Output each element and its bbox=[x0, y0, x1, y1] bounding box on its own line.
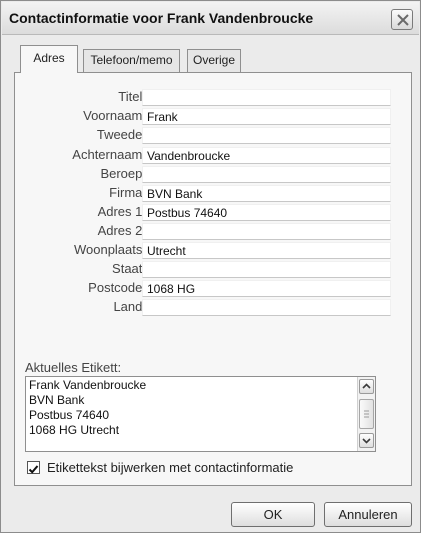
field-label: Voornaam: bbox=[83, 108, 146, 123]
close-button[interactable] bbox=[391, 9, 413, 30]
tab-label: Telefoon/memo bbox=[90, 53, 173, 67]
form-row-achternaam: Achternaam: Vandenbroucke bbox=[15, 147, 411, 165]
tab-panel-adres: Titel: Voornaam: Frank Tweede: Achternaa… bbox=[14, 72, 412, 486]
form-row-postcode: Postcode: 1068 HG bbox=[15, 280, 411, 298]
scroll-up-button[interactable] bbox=[359, 379, 374, 394]
staat-field[interactable] bbox=[142, 261, 391, 278]
chevron-down-icon bbox=[362, 438, 371, 444]
etiket-line: Postbus 74640 bbox=[29, 408, 110, 422]
form-row-land: Land: bbox=[15, 299, 411, 317]
land-field[interactable] bbox=[142, 299, 391, 316]
update-etiket-label[interactable]: Etikettekst bijwerken met contactinforma… bbox=[47, 460, 293, 475]
tab-label: Adres bbox=[33, 51, 65, 65]
contact-dialog: Contactinformatie voor Frank Vandenbrouc… bbox=[0, 0, 421, 533]
voornaam-field[interactable]: Frank bbox=[142, 108, 391, 125]
grip-icon bbox=[364, 410, 369, 418]
field-label: Firma: bbox=[109, 185, 146, 200]
tweede-field[interactable] bbox=[142, 127, 391, 144]
field-label: Achternaam: bbox=[72, 147, 146, 162]
form-row-tweede: Tweede: bbox=[15, 127, 411, 145]
firma-field[interactable]: BVN Bank bbox=[142, 185, 391, 202]
postcode-field[interactable]: 1068 HG bbox=[142, 280, 391, 297]
cancel-button[interactable]: Annuleren bbox=[324, 502, 412, 527]
form-row-adres-1: Adres 1: Postbus 74640 bbox=[15, 204, 411, 222]
tab-overige[interactable]: Overige bbox=[187, 49, 241, 72]
form-row-firma: Firma: BVN Bank bbox=[15, 185, 411, 203]
chevron-up-icon bbox=[362, 383, 371, 389]
field-label: Tweede: bbox=[96, 127, 146, 142]
tab-telefoon-memo[interactable]: Telefoon/memo bbox=[83, 49, 180, 72]
window-title: Contactinformatie voor Frank Vandenbrouc… bbox=[9, 10, 314, 26]
checkmark-icon bbox=[28, 465, 39, 474]
etiket-line: BVN Bank bbox=[29, 393, 85, 407]
etiket-label: Aktuelles Etikett: bbox=[25, 360, 122, 375]
tab-label: Overige bbox=[192, 53, 236, 67]
form-row-woonplaats: Woonplaats: Utrecht bbox=[15, 242, 411, 260]
field-label: Staat: bbox=[112, 261, 146, 276]
field-label: Adres 2: bbox=[97, 223, 146, 238]
scroll-thumb[interactable] bbox=[359, 399, 374, 429]
close-icon bbox=[397, 14, 409, 26]
field-label: Woonplaats: bbox=[73, 242, 146, 257]
etiket-line: 1068 HG Utrecht bbox=[29, 423, 120, 437]
form-row-beroep: Beroep: bbox=[15, 166, 411, 184]
vertical-scrollbar[interactable] bbox=[357, 377, 375, 451]
etiket-text: Frank Vandenbroucke BVN Bank Postbus 746… bbox=[27, 378, 146, 438]
etiket-line: Frank Vandenbroucke bbox=[29, 378, 147, 392]
form-row-staat: Staat: bbox=[15, 261, 411, 279]
achternaam-field[interactable]: Vandenbroucke bbox=[142, 147, 391, 164]
scroll-down-button[interactable] bbox=[359, 433, 374, 448]
form-row-adres-2: Adres 2: bbox=[15, 223, 411, 241]
beroep-field[interactable] bbox=[142, 166, 391, 183]
update-etiket-checkbox[interactable] bbox=[27, 461, 40, 474]
titel-field[interactable] bbox=[142, 89, 391, 106]
title-bar: Contactinformatie voor Frank Vandenbrouc… bbox=[2, 2, 419, 35]
form-row-voornaam: Voornaam: Frank bbox=[15, 108, 411, 126]
form-row-titel: Titel: bbox=[15, 89, 411, 107]
field-label: Beroep: bbox=[100, 166, 146, 181]
tab-adres[interactable]: Adres bbox=[20, 45, 78, 73]
woonplaats-field[interactable]: Utrecht bbox=[142, 242, 391, 259]
etiket-textarea[interactable]: Frank Vandenbroucke BVN Bank Postbus 746… bbox=[25, 376, 376, 452]
field-label: Postcode: bbox=[88, 280, 146, 295]
field-label: Adres 1: bbox=[97, 204, 146, 219]
ok-button[interactable]: OK bbox=[231, 502, 315, 527]
adres-1-field[interactable]: Postbus 74640 bbox=[142, 204, 391, 221]
adres-2-field[interactable] bbox=[142, 223, 391, 240]
